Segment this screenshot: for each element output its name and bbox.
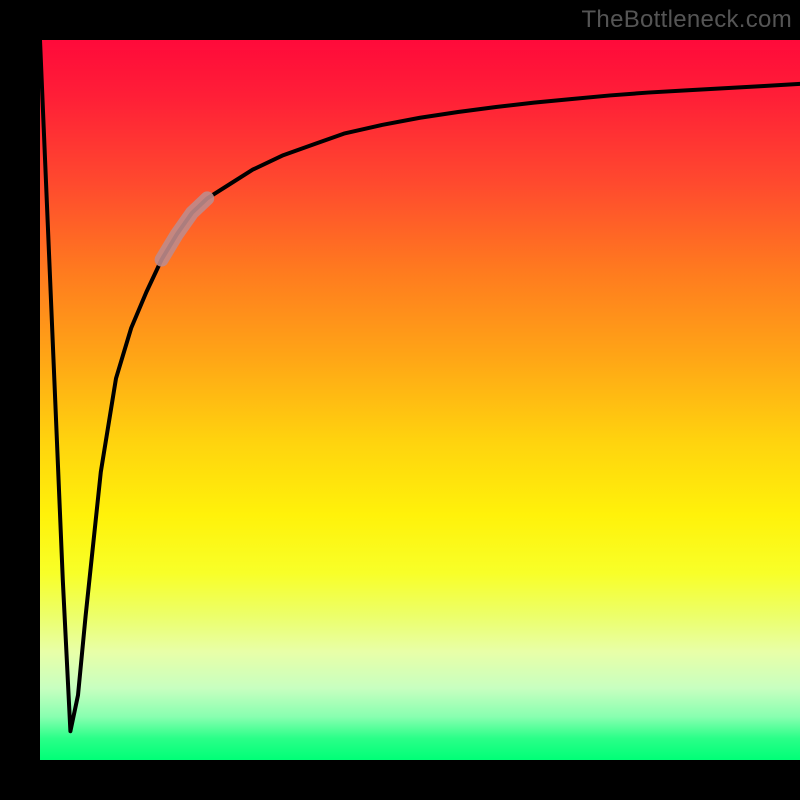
bottleneck-curve xyxy=(40,40,800,731)
watermark-text: TheBottleneck.com xyxy=(581,6,792,34)
plot-area xyxy=(40,40,800,760)
curve-marker-segment xyxy=(162,198,208,259)
curve-layer xyxy=(40,40,800,760)
chart-frame: TheBottleneck.com xyxy=(0,0,800,800)
